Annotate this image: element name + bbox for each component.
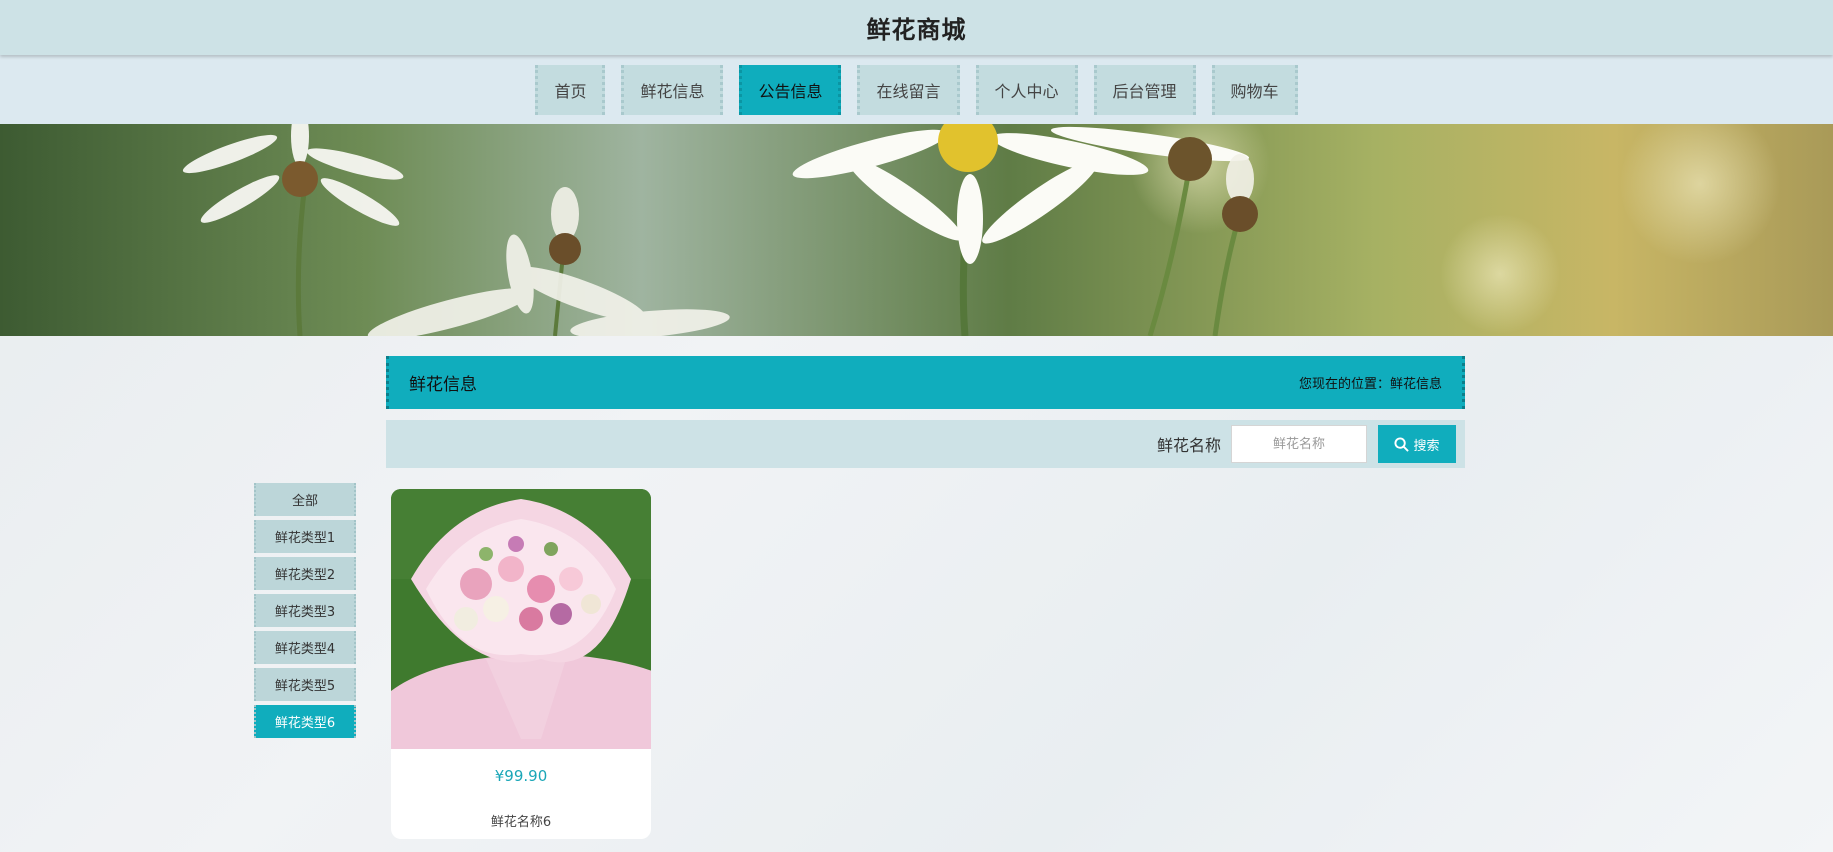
search-button[interactable]: 搜索 xyxy=(1378,425,1456,463)
section-title: 鲜花信息 xyxy=(409,375,477,395)
nav-item-announcements[interactable]: 公告信息 xyxy=(739,64,842,115)
nav-item-admin[interactable]: 后台管理 xyxy=(1093,64,1196,115)
search-icon xyxy=(1394,436,1410,452)
product-price: ¥99.90 xyxy=(494,767,548,785)
category-sidebar: 全部 鲜花类型1 鲜花类型2 鲜花类型3 鲜花类型4 鲜花类型5 鲜花类型6 xyxy=(254,483,356,742)
nav-item-personal-center[interactable]: 个人中心 xyxy=(975,64,1078,115)
search-label: 鲜花名称 xyxy=(1156,436,1221,455)
search-button-label: 搜索 xyxy=(1413,438,1440,454)
category-type-5[interactable]: 鲜花类型5 xyxy=(254,668,356,701)
nav-item-messages[interactable]: 在线留言 xyxy=(857,64,960,115)
daisy-banner-image xyxy=(182,124,1780,336)
nav-item-home[interactable]: 首页 xyxy=(535,64,606,115)
search-bar: 鲜花名称 搜索 xyxy=(386,420,1465,468)
category-type-3[interactable]: 鲜花类型3 xyxy=(254,594,356,627)
hero-banner xyxy=(0,124,1833,336)
product-name: 鲜花名称6 xyxy=(490,815,552,830)
site-header: 鲜花商城 xyxy=(0,0,1833,55)
category-type-2[interactable]: 鲜花类型2 xyxy=(254,557,356,590)
category-type-1[interactable]: 鲜花类型1 xyxy=(254,520,356,553)
nav-item-cart[interactable]: 购物车 xyxy=(1211,64,1298,115)
search-input[interactable] xyxy=(1231,425,1367,463)
product-card[interactable]: ¥99.90 鲜花名称6 xyxy=(391,489,651,839)
nav-item-flower-info[interactable]: 鲜花信息 xyxy=(621,64,724,115)
breadcrumb: 您现在的位置：鲜花信息 xyxy=(1298,377,1442,392)
category-type-4[interactable]: 鲜花类型4 xyxy=(254,631,356,664)
main-nav: 首页 鲜花信息 公告信息 在线留言 个人中心 后台管理 购物车 xyxy=(0,55,1833,124)
category-type-6[interactable]: 鲜花类型6 xyxy=(254,705,356,738)
bouquet-image[interactable] xyxy=(391,489,651,749)
section-header: 鲜花信息 您现在的位置：鲜花信息 xyxy=(386,356,1465,409)
site-title: 鲜花商城 xyxy=(866,16,967,44)
category-all[interactable]: 全部 xyxy=(254,483,356,516)
